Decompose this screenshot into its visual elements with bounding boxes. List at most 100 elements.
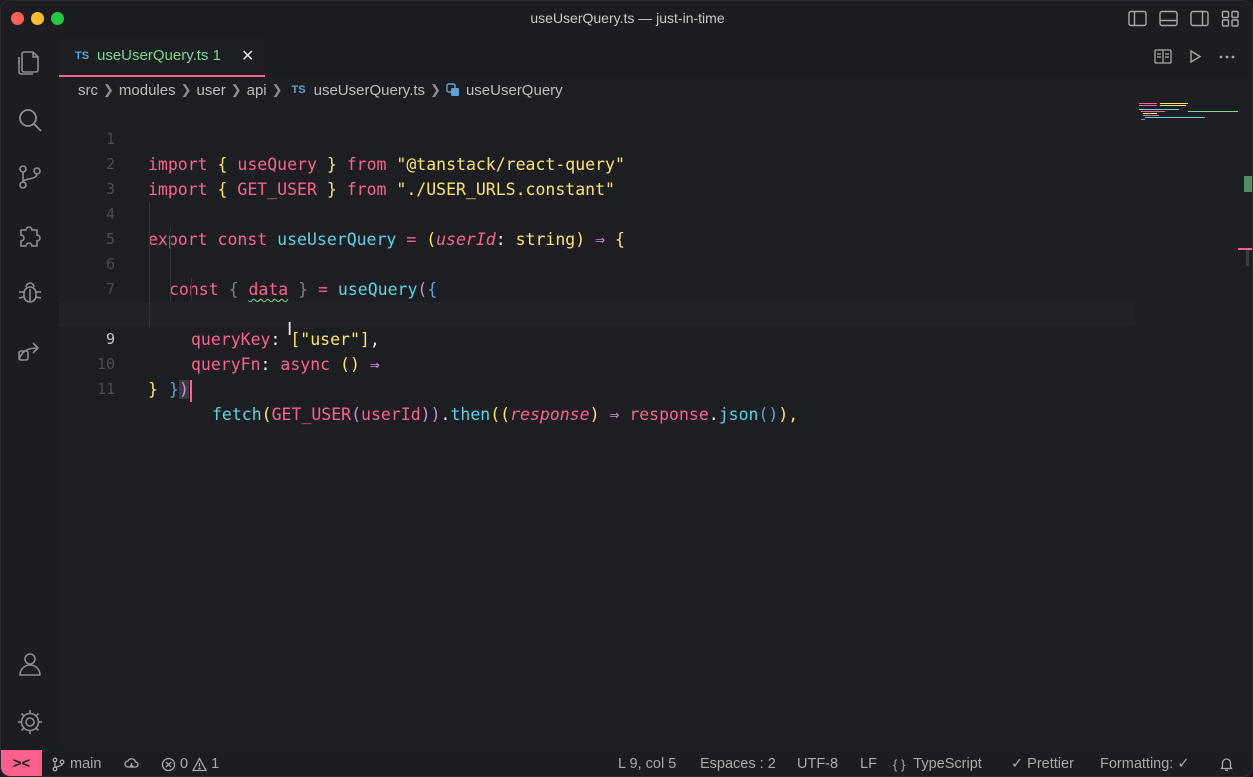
indent-guide — [170, 277, 171, 302]
breadcrumb: src ❯ modules ❯ user ❯ api ❯ TS useUserQ… — [78, 80, 563, 100]
code-editor[interactable]: 1 import { useQuery } from "@tanstack/re… — [59, 102, 1135, 750]
more-actions-icon[interactable] — [1218, 48, 1236, 65]
chevron-right-icon: ❯ — [271, 82, 283, 97]
open-preview-icon[interactable] — [1154, 48, 1172, 65]
bell-icon — [1220, 758, 1233, 771]
code-line[interactable]: 10 } — [59, 327, 1135, 399]
git-branch-icon — [52, 757, 65, 771]
close-icon[interactable]: ✕ — [241, 46, 254, 66]
account-icon[interactable] — [15, 649, 45, 679]
code-line-current[interactable]: 9 }) — [59, 302, 1135, 402]
code-line[interactable]: 6 queryKey: ["user"], — [59, 227, 1135, 349]
language-name: TypeScript — [913, 756, 982, 772]
scrollbar-cursor-marker — [1238, 248, 1252, 250]
prettier-label: Prettier — [1027, 756, 1074, 772]
cursor-position[interactable]: L 9, col 5 — [618, 756, 676, 772]
activity-bar — [1, 37, 59, 750]
run-icon[interactable] — [1186, 48, 1204, 65]
warning-icon — [192, 756, 208, 771]
chevron-right-icon: ❯ — [180, 82, 192, 97]
indent-guide — [149, 227, 150, 252]
scrollbar-change-marker — [1244, 176, 1252, 192]
error-count: 0 — [180, 756, 189, 772]
breadcrumb-modules[interactable]: modules — [119, 82, 176, 99]
text-cursor — [189, 379, 192, 402]
search-icon[interactable] — [15, 105, 45, 135]
cloud-sync-icon — [124, 758, 139, 768]
breadcrumb-user[interactable]: user — [197, 82, 226, 99]
indent-guide — [149, 302, 150, 327]
formatting-status[interactable]: Formatting: ✓ — [1100, 756, 1190, 772]
layout-controls — [1128, 10, 1240, 27]
indent-guide — [149, 252, 150, 277]
code-line[interactable]: 2 import { GET_USER } from "./USER_URLS.… — [59, 127, 1135, 199]
indentation[interactable]: Espaces : 2 — [700, 756, 776, 772]
chevron-right-icon: ❯ — [103, 82, 114, 97]
check-icon: ✓ — [1177, 756, 1190, 772]
status-bar: >< main 0 1 L 9, col 5 Espaces : 2 UTF-8… — [1, 750, 1252, 776]
remote-explorer-icon[interactable] — [15, 336, 45, 366]
warning-count: 1 — [211, 756, 220, 772]
code-text: } — [148, 380, 158, 399]
scrollbar-thumb[interactable] — [1246, 248, 1249, 266]
settings-gear-icon[interactable] — [15, 707, 45, 737]
tab-label: useUserQuery.ts 1 — [97, 47, 221, 64]
indent-guide — [191, 277, 192, 302]
indent-guide — [170, 252, 171, 277]
extensions-icon[interactable] — [15, 220, 45, 250]
encoding[interactable]: UTF-8 — [797, 756, 838, 772]
tab-bar: TS useUserQuery.ts 1 ✕ — [59, 37, 1252, 77]
notifications[interactable] — [1219, 756, 1234, 771]
customize-layout-icon[interactable] — [1221, 10, 1240, 27]
editor-window: useUserQuery.ts — just-in-time TS useUse… — [0, 0, 1253, 777]
code-line[interactable]: 11 — [59, 352, 1135, 398]
end-of-line[interactable]: LF — [860, 756, 877, 772]
toggle-primary-sidebar-icon[interactable] — [1128, 10, 1147, 27]
code-line[interactable]: 4 export const useUserQuery = (userId: s… — [59, 177, 1135, 249]
toggle-panel-icon[interactable] — [1159, 10, 1178, 27]
chevron-right-icon: ❯ — [430, 82, 441, 97]
window-title: useUserQuery.ts — just-in-time — [530, 10, 725, 26]
mouse-ibeam-cursor-icon: Ι — [287, 319, 293, 340]
source-control-icon[interactable] — [15, 162, 45, 192]
symbol-variable-icon — [446, 83, 459, 96]
toggle-secondary-sidebar-icon[interactable] — [1190, 10, 1209, 27]
code-line[interactable]: 1 import { useQuery } from "@tanstack/re… — [59, 102, 1135, 174]
code-text: }) — [169, 377, 192, 402]
language-mode[interactable]: { } TypeScript — [893, 756, 982, 772]
code-line[interactable]: 8 fetch(GET_USER(userId)).then((response… — [59, 277, 1135, 424]
line-number: 11 — [96, 380, 115, 398]
editor-actions — [1154, 48, 1236, 65]
tab-filename: useUserQuery.ts — [97, 47, 209, 64]
remote-indicator-icon[interactable]: >< — [1, 750, 42, 776]
branch-name: main — [70, 756, 102, 772]
code-text: fetch(GET_USER(userId)).then((response) … — [212, 405, 799, 424]
breadcrumb-api[interactable]: api — [247, 82, 267, 99]
breadcrumb-file[interactable]: useUserQuery.ts — [314, 82, 425, 99]
tab-useUserQuery[interactable]: TS useUserQuery.ts 1 ✕ — [59, 37, 265, 77]
indent-guide — [170, 227, 171, 252]
title-bar: useUserQuery.ts — just-in-time — [1, 1, 1252, 37]
minimap[interactable] — [1138, 102, 1238, 122]
indent-guide — [149, 202, 150, 227]
formatting-label: Formatting: — [1100, 756, 1174, 772]
tab-problem-count: 1 — [212, 47, 221, 64]
branch-indicator[interactable]: main — [51, 756, 101, 772]
explorer-icon[interactable] — [15, 47, 45, 77]
chevron-right-icon: ❯ — [230, 82, 242, 97]
code-line[interactable]: 3 — [59, 152, 1135, 198]
code-line[interactable]: 7 queryFn: async () ⇒ — [59, 252, 1135, 374]
problems-indicator[interactable]: 0 1 — [161, 756, 219, 772]
typescript-file-icon: TS — [291, 84, 306, 96]
typescript-file-icon: TS — [75, 50, 90, 62]
prettier-status[interactable]: ✓ Prettier — [1011, 756, 1074, 772]
sync-indicator[interactable] — [124, 756, 139, 771]
debug-icon[interactable] — [15, 278, 45, 308]
braces-icon: { } — [893, 756, 906, 772]
indent-guide — [149, 277, 150, 302]
breadcrumb-symbol[interactable]: useUserQuery — [466, 82, 563, 99]
error-icon — [161, 757, 176, 771]
code-line[interactable]: 5 const { data } = useQuery({ — [59, 202, 1135, 299]
breadcrumb-src[interactable]: src — [78, 82, 98, 99]
check-icon: ✓ — [1011, 756, 1024, 772]
